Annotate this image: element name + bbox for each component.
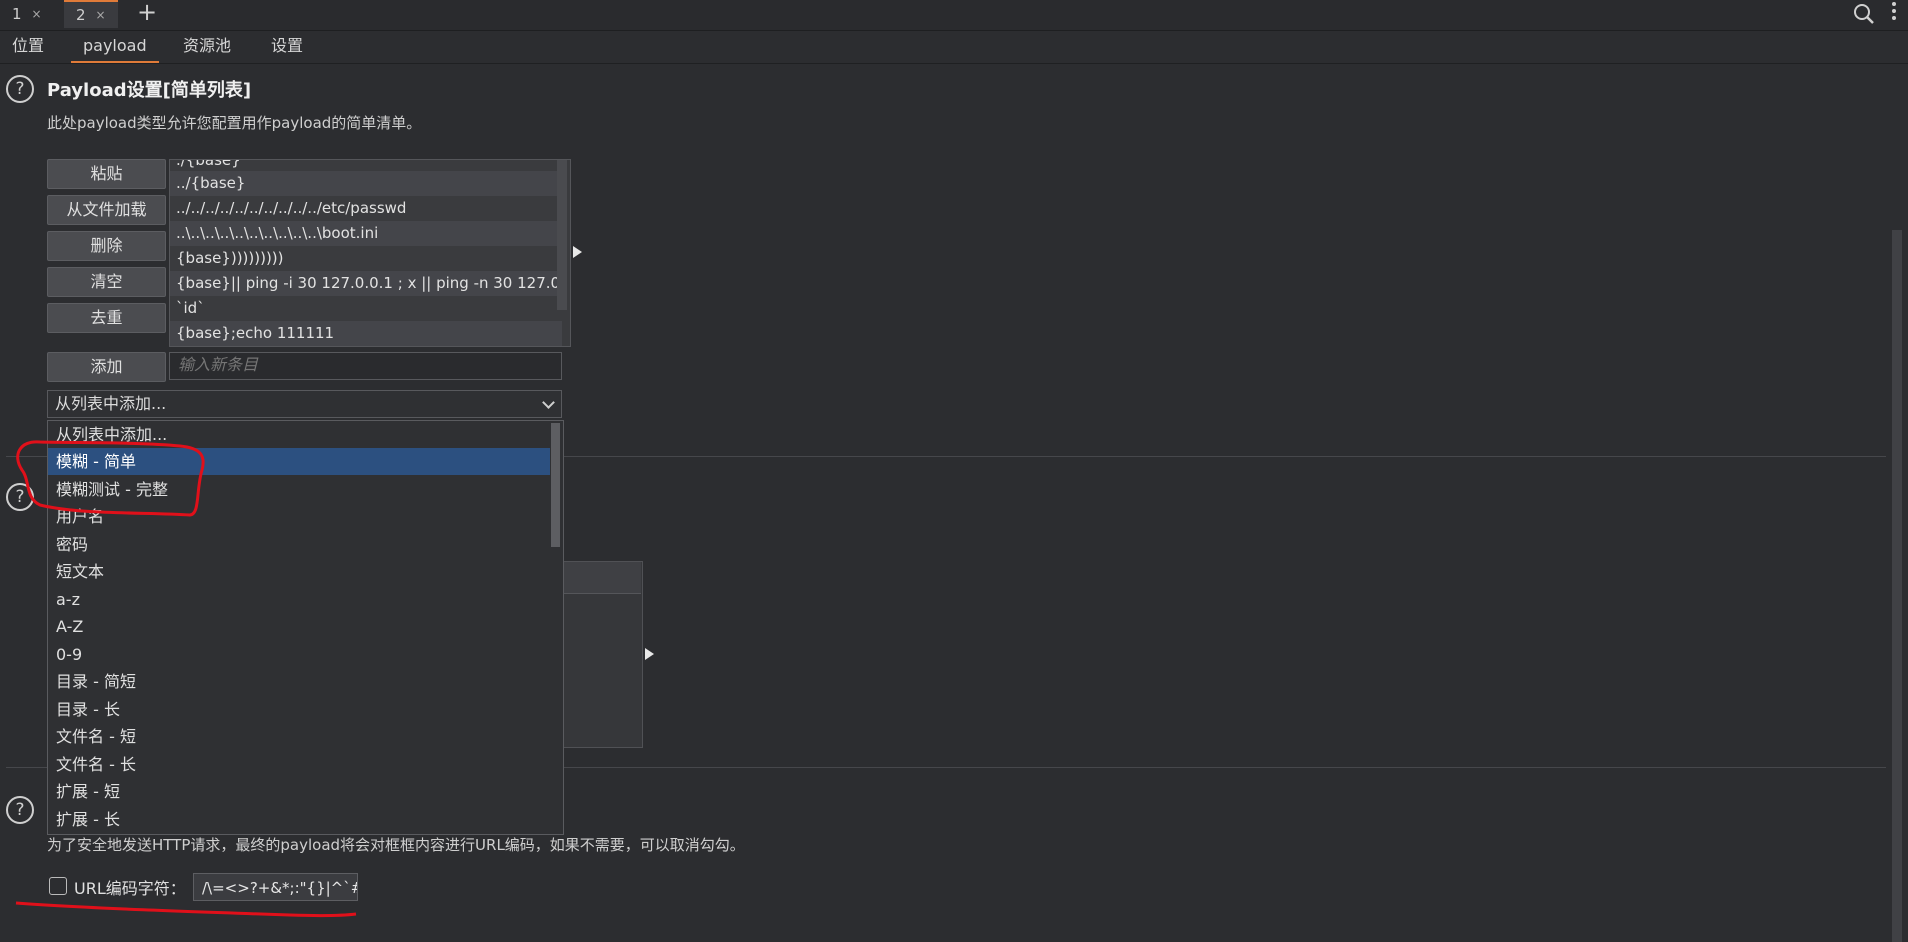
annotation-overlay	[15, 440, 357, 918]
annotation-circle	[16, 440, 205, 517]
annotation-underline	[15, 901, 357, 918]
